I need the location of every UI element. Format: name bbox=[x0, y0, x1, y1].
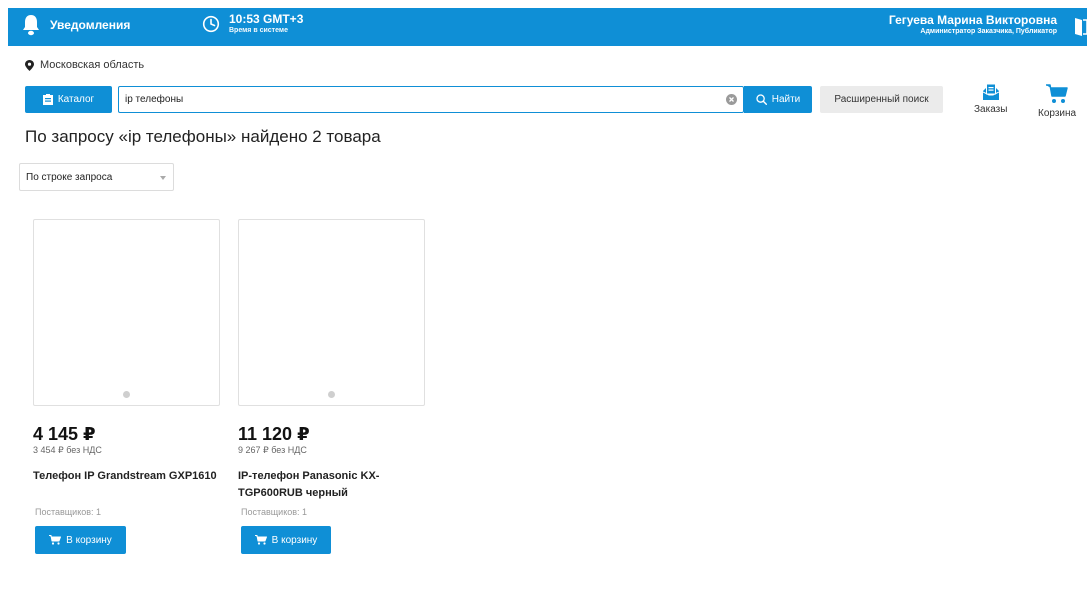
product-suppliers: Поставщиков: 1 bbox=[35, 507, 102, 517]
region-selector[interactable]: Московская область bbox=[25, 59, 144, 71]
catalog-icon bbox=[42, 94, 53, 105]
product-title[interactable]: Телефон IP Grandstream GXP1610 bbox=[33, 468, 223, 485]
product-title[interactable]: IP-телефон Panasonic KX-TGP600RUB черный bbox=[238, 468, 428, 502]
find-button[interactable]: Найти bbox=[744, 86, 812, 113]
bell-icon bbox=[23, 15, 39, 36]
search-input[interactable] bbox=[125, 87, 715, 112]
page-title: По запросу «ip телефоны» найдено 2 товар… bbox=[25, 127, 381, 146]
clear-search-icon[interactable] bbox=[726, 94, 737, 105]
top-bar: Уведомления 10:53 GMT+3 Время в системе … bbox=[8, 8, 1087, 46]
time-caption: Время в системе bbox=[229, 27, 288, 34]
product-card: 4 145 ₽ 3 454 ₽ без НДС Телефон IP Grand… bbox=[33, 219, 233, 485]
user-role: Администратор Заказчика, Публикатор bbox=[920, 28, 1057, 35]
image-pager-dot[interactable] bbox=[123, 391, 130, 398]
sort-selected-value: По строке запроса bbox=[26, 171, 113, 183]
user-name: Гегуева Марина Викторовна bbox=[888, 13, 1057, 27]
sort-select[interactable]: По строке запроса bbox=[19, 163, 174, 191]
orders-link[interactable]: Заказы bbox=[974, 84, 1007, 115]
add-to-cart-label: В корзину bbox=[66, 534, 112, 546]
time-value: 10:53 GMT+3 bbox=[229, 12, 304, 26]
product-image[interactable] bbox=[238, 219, 425, 406]
search-box bbox=[118, 86, 744, 113]
cart-link[interactable]: Корзина bbox=[1038, 84, 1076, 119]
catalog-label: Каталог bbox=[57, 94, 95, 105]
location-pin-icon bbox=[25, 59, 34, 71]
system-time: 10:53 GMT+3 Время в системе bbox=[202, 12, 303, 36]
chevron-down-icon bbox=[160, 176, 166, 180]
add-to-cart-button[interactable]: В корзину bbox=[241, 526, 331, 554]
cart-icon bbox=[254, 535, 267, 545]
catalog-button[interactable]: Каталог bbox=[25, 86, 112, 113]
product-suppliers: Поставщиков: 1 bbox=[241, 507, 308, 517]
cart-icon bbox=[1046, 84, 1068, 103]
orders-icon bbox=[982, 84, 999, 100]
cart-label: Корзина bbox=[1038, 108, 1077, 119]
product-price-net: 9 267 ₽ без НДС bbox=[238, 445, 307, 455]
clock-icon bbox=[202, 15, 220, 33]
cart-icon bbox=[49, 535, 62, 545]
product-image[interactable] bbox=[33, 219, 220, 406]
product-price-net: 3 454 ₽ без НДС bbox=[33, 445, 102, 455]
notifications-button[interactable]: Уведомления bbox=[22, 14, 130, 36]
logout-icon[interactable] bbox=[1075, 18, 1087, 36]
user-profile[interactable]: Гегуева Марина Викторовна Администратор … bbox=[889, 13, 1057, 37]
add-to-cart-label: В корзину bbox=[271, 534, 318, 546]
notifications-label: Уведомления bbox=[50, 18, 131, 32]
search-icon bbox=[756, 94, 767, 105]
orders-label: Заказы bbox=[974, 104, 1008, 115]
add-to-cart-button[interactable]: В корзину bbox=[35, 526, 126, 554]
product-price: 4 145 ₽ bbox=[33, 424, 96, 444]
image-pager-dot[interactable] bbox=[328, 391, 335, 398]
region-name: Московская область bbox=[40, 59, 145, 71]
product-price: 11 120 ₽ bbox=[238, 424, 310, 444]
advanced-search-button[interactable]: Расширенный поиск bbox=[820, 86, 943, 113]
product-card: 11 120 ₽ 9 267 ₽ без НДС IP-телефон Pana… bbox=[238, 219, 438, 502]
find-label: Найти bbox=[771, 94, 801, 105]
